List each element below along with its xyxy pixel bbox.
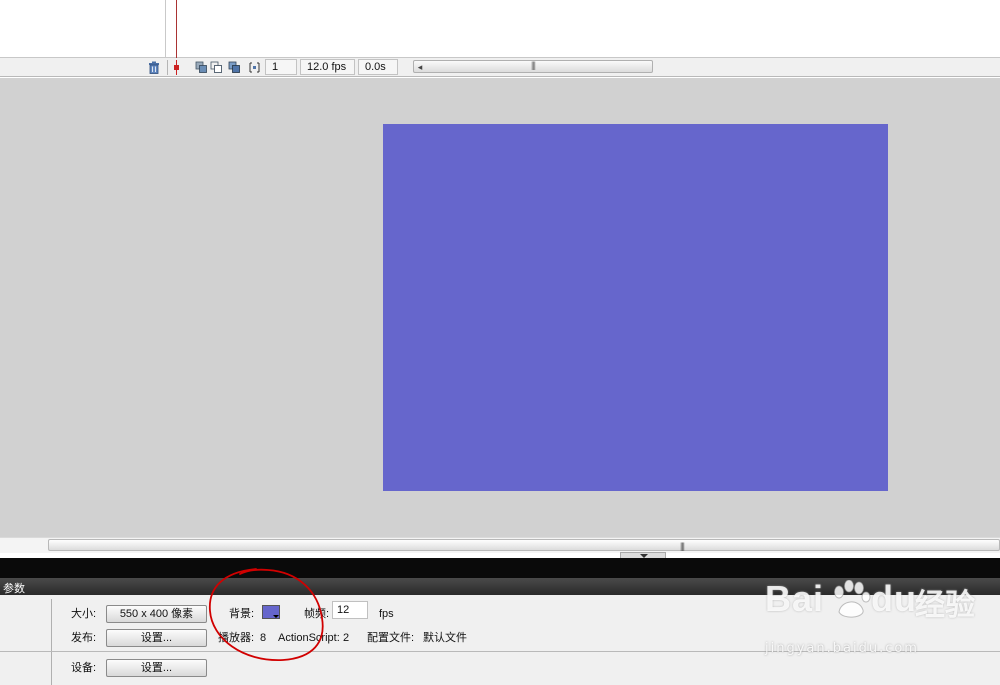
player-version-value: 8 [260, 632, 267, 644]
fps-unit-label: fps [379, 608, 394, 620]
publish-settings-button[interactable]: 设置... [106, 629, 207, 647]
profile-label: 配置文件: [367, 632, 415, 644]
device-settings-button[interactable]: 设置... [106, 659, 207, 677]
stage-scroll-track: ||| [0, 537, 1000, 553]
frame-rate-input[interactable]: 12 [332, 601, 368, 619]
actionscript-version-value: 2 [343, 632, 350, 644]
panel-separator-bar [0, 558, 1000, 578]
frame-rate-label: 帧频: [304, 608, 330, 620]
playhead-line [176, 0, 177, 60]
profile-value: 默认文件 [423, 632, 467, 644]
elapsed-time-display: 0.0s [358, 59, 398, 75]
size-label: 大小: [71, 608, 97, 620]
background-color-swatch[interactable] [262, 605, 280, 619]
trash-icon[interactable] [148, 61, 160, 74]
stage-canvas[interactable] [383, 124, 888, 491]
playhead-marker-icon[interactable] [173, 60, 180, 75]
document-size-button[interactable]: 550 x 400 像素 [106, 605, 207, 623]
dropdown-arrow-icon [273, 615, 279, 618]
scroll-left-arrow-icon[interactable]: ◂ [414, 60, 426, 74]
frame-rate-display[interactable]: 12.0 fps [300, 59, 355, 75]
timeline-frames-area[interactable] [0, 0, 1000, 58]
tab-parameters[interactable]: 参数 [3, 580, 25, 596]
modify-onion-markers-icon[interactable] [248, 61, 261, 74]
timeline-toolbar: 1 12.0 fps 0.0s ◂ ||| [0, 58, 1000, 77]
onion-skin-outlines-icon[interactable] [210, 61, 223, 74]
publish-label: 发布: [71, 632, 97, 644]
panel-divider [51, 599, 52, 685]
flash-editor-window: 1 12.0 fps 0.0s ◂ ||| ||| 参数 大小: 550 x 4… [0, 0, 1000, 685]
layer-column-divider [165, 0, 166, 58]
player-label: 播放器: [218, 632, 255, 644]
current-frame-display: 1 [265, 59, 297, 75]
stage-work-area[interactable] [0, 78, 1000, 538]
panel-divider [0, 651, 1000, 652]
scroll-grip-icon[interactable]: ||| [531, 60, 536, 70]
edit-multiple-frames-icon[interactable] [228, 61, 241, 74]
scroll-grip-icon: ||| [680, 541, 685, 551]
onion-skin-icon[interactable] [195, 61, 208, 74]
background-label: 背景: [229, 608, 255, 620]
properties-panel-tabbar: 参数 [0, 578, 1000, 595]
device-label: 设备: [71, 662, 97, 674]
toolbar-separator [167, 60, 168, 75]
stage-horizontal-scrollbar[interactable]: ||| [48, 539, 1000, 551]
actionscript-label: ActionScript: [278, 632, 340, 644]
